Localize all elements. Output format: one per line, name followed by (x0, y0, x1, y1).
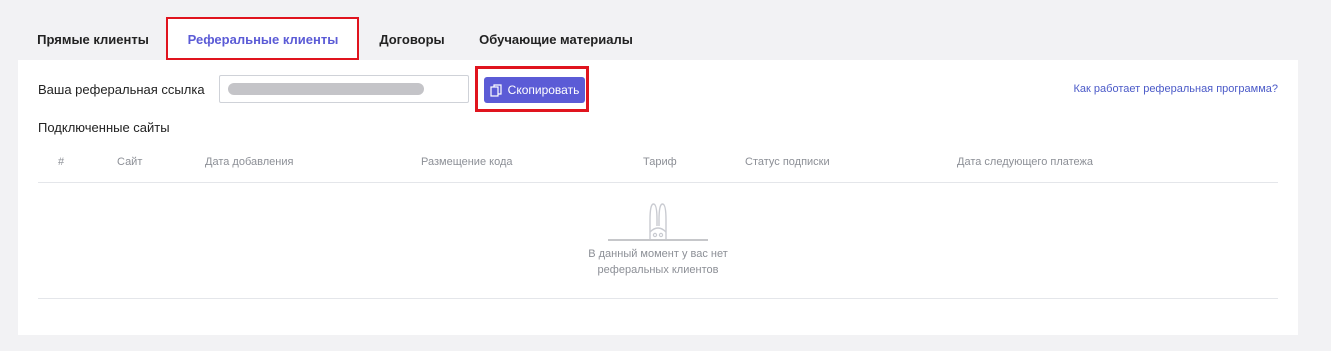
how-referral-works-link[interactable]: Как работает реферальная программа? (1074, 83, 1278, 95)
tab-contracts[interactable]: Договоры (358, 18, 466, 60)
referral-panel: Ваша реферальная ссылка Скопировать Как … (18, 60, 1298, 335)
tab-training-materials[interactable]: Обучающие материалы (466, 18, 646, 60)
column-next-payment-date: Дата следующего платежа (957, 156, 1094, 168)
column-subscription-status: Статус подписки (745, 156, 830, 168)
copy-icon (490, 83, 502, 97)
tab-referral-clients[interactable]: Реферальные клиенты (168, 18, 358, 60)
column-number: # (58, 156, 65, 168)
column-code-placement: Размещение кода (421, 156, 513, 168)
tab-direct-clients[interactable]: Прямые клиенты (18, 18, 168, 60)
empty-state-line-1: В данный момент у вас нет (588, 248, 728, 260)
referral-link-field[interactable] (219, 75, 469, 103)
table-bottom-divider (38, 298, 1278, 299)
column-site: Сайт (117, 156, 143, 168)
column-date-added: Дата добавления (205, 156, 294, 168)
bunny-icon (608, 202, 708, 247)
empty-state-message: В данный момент у вас нет реферальных кл… (558, 246, 758, 278)
copy-button[interactable]: Скопировать (484, 77, 585, 103)
sites-table-header: # Сайт Дата добавления Размещение кода Т… (38, 156, 1278, 183)
empty-state-line-2: реферальных клиентов (597, 264, 719, 276)
redacted-link-value (228, 83, 424, 95)
tab-bar: Прямые клиенты Реферальные клиенты Догов… (18, 18, 646, 60)
copy-button-label: Скопировать (507, 83, 580, 97)
column-plan: Тариф (643, 156, 677, 168)
referral-link-label: Ваша реферальная ссылка (38, 82, 205, 97)
connected-sites-title: Подключенные сайты (38, 120, 170, 135)
